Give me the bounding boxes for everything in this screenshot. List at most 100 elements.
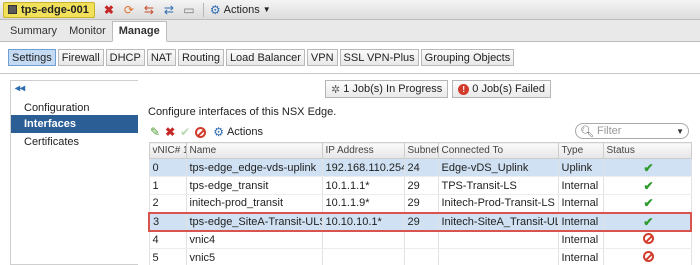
- separator: [202, 2, 204, 17]
- edge-title-label: tps-edge-001: [21, 3, 89, 16]
- cell-type: Internal: [557, 230, 604, 249]
- table-row[interactable]: 1 tps-edge_transit 10.1.1.1* 29 TPS-Tran…: [148, 176, 692, 195]
- cell-name: vnic5: [185, 248, 323, 265]
- delete-icon[interactable]: ✖: [165, 126, 175, 138]
- cell-status: [602, 230, 692, 249]
- table-row-selected[interactable]: 3 tps-edge_SiteA-Transit-ULS 10.10.10.1*…: [148, 211, 692, 232]
- col-vnic[interactable]: vNIC# 1 ▲: [148, 142, 187, 159]
- cell-vnic: 4: [148, 230, 187, 249]
- cell-connected: [437, 248, 559, 265]
- connected-check-icon: ✔: [643, 178, 654, 193]
- cell-ip: 10.1.1.9*: [321, 194, 405, 213]
- cell-subnet: 24: [403, 158, 439, 177]
- search-icon: 🔍︎: [580, 125, 594, 138]
- col-subnet-prefix[interactable]: Subnet P: [403, 142, 439, 159]
- nav-item-interfaces[interactable]: Interfaces: [11, 115, 138, 133]
- cell-name: tps-edge_SiteA-Transit-ULS: [185, 211, 323, 232]
- cell-vnic: 1: [148, 176, 187, 195]
- cell-ip: [321, 248, 405, 265]
- delete-icon[interactable]: ✖: [101, 2, 117, 18]
- col-vnic-label: vNIC# 1: [152, 145, 186, 156]
- col-connected-to[interactable]: Connected To: [437, 142, 559, 159]
- cell-subnet: [403, 248, 439, 265]
- cell-vnic: 5: [148, 248, 187, 265]
- cell-type: Internal: [557, 248, 604, 265]
- connected-check-icon: ✔: [643, 214, 654, 229]
- interfaces-panel: ✲ 1 Job(s) In Progress ! 0 Job(s) Failed…: [138, 74, 700, 265]
- edge-icon: [8, 5, 17, 14]
- error-icon: !: [458, 83, 470, 95]
- cell-vnic: 0: [148, 158, 187, 177]
- table-row[interactable]: 5 vnic5 Internal: [148, 248, 692, 265]
- tab-manage[interactable]: Manage: [111, 21, 167, 42]
- cell-subnet: [403, 230, 439, 249]
- tab-monitor[interactable]: Monitor: [63, 22, 112, 41]
- subtab-firewall[interactable]: Firewall: [57, 49, 104, 66]
- disabled-icon: [643, 250, 654, 262]
- cell-subnet: 29: [403, 211, 439, 232]
- grid-actions-label: Actions: [226, 126, 264, 138]
- cell-ip: 192.168.110.254*: [321, 158, 405, 177]
- subtab-routing[interactable]: Routing: [178, 49, 224, 66]
- sync-icon[interactable]: ⇄: [161, 2, 177, 18]
- settings-nav: ◂◂ Configuration Interfaces Certificates: [10, 80, 138, 265]
- jobs-failed-label: 0 Job(s) Failed: [472, 83, 546, 95]
- disable-icon[interactable]: [195, 126, 207, 138]
- cell-connected: TPS-Transit-LS: [437, 176, 559, 195]
- gear-icon: ⚙: [213, 125, 224, 139]
- migrate-icon[interactable]: ⇆: [141, 2, 157, 18]
- tab-summary[interactable]: Summary: [4, 22, 63, 41]
- col-status[interactable]: Status: [602, 142, 692, 159]
- cell-status: ✔: [602, 158, 692, 177]
- cell-ip: [321, 230, 405, 249]
- cell-name: tps-edge_transit: [185, 176, 323, 195]
- subtab-dhcp[interactable]: DHCP: [105, 49, 145, 66]
- filter-input[interactable]: 🔍︎ Filter ▼: [575, 123, 689, 139]
- cell-ip: 10.10.10.1*: [321, 211, 405, 232]
- subtab-load-balancer[interactable]: Load Balancer: [225, 49, 305, 66]
- nav-item-certificates[interactable]: Certificates: [11, 133, 138, 151]
- connected-check-icon: ✔: [643, 160, 654, 175]
- subtab-vpn[interactable]: VPN: [306, 49, 338, 66]
- col-ip-address[interactable]: IP Address: [321, 142, 405, 159]
- grid-actions-menu[interactable]: ⚙ Actions: [213, 125, 263, 139]
- job-status: ✲ 1 Job(s) In Progress ! 0 Job(s) Failed: [325, 80, 552, 98]
- cell-type: Internal: [557, 176, 604, 195]
- col-type[interactable]: Type: [557, 142, 604, 159]
- document-icon[interactable]: ▭: [181, 2, 197, 18]
- actions-menu[interactable]: ⚙ Actions ▼: [210, 3, 271, 17]
- refresh-icon[interactable]: ⟳: [121, 2, 137, 18]
- sub-tabs: Settings Firewall DHCP NAT Routing Load …: [0, 42, 700, 74]
- connected-check-icon: ✔: [643, 196, 654, 211]
- title-bar: tps-edge-001 ✖ ⟳ ⇆ ⇄ ▭ ⚙ Actions ▼: [0, 0, 700, 20]
- jobs-failed-button[interactable]: ! 0 Job(s) Failed: [452, 80, 552, 98]
- cell-type: Internal: [557, 194, 604, 213]
- collapse-icon[interactable]: ◂◂: [15, 83, 25, 94]
- table-row[interactable]: 2 initech-prod_transit 10.1.1.9* 29 Init…: [148, 194, 692, 213]
- cell-vnic: 3: [148, 211, 187, 232]
- cell-type: Uplink: [557, 158, 604, 177]
- table-row[interactable]: 4 vnic4 Internal: [148, 230, 692, 249]
- chevron-down-icon[interactable]: ▼: [676, 127, 684, 136]
- enable-icon[interactable]: ✔: [180, 126, 190, 138]
- disabled-icon: [643, 232, 654, 244]
- cell-name: tps-edge_edge-vds-uplink: [185, 158, 323, 177]
- table-row[interactable]: 0 tps-edge_edge-vds-uplink 192.168.110.2…: [148, 158, 692, 177]
- filter-placeholder: Filter: [596, 125, 622, 137]
- subtab-grouping-objects[interactable]: Grouping Objects: [420, 49, 515, 66]
- subtab-settings[interactable]: Settings: [8, 49, 56, 66]
- subtab-nat[interactable]: NAT: [146, 49, 177, 66]
- subtab-ssl-vpn-plus[interactable]: SSL VPN-Plus: [339, 49, 419, 66]
- chevron-down-icon: ▼: [262, 5, 271, 14]
- edit-icon[interactable]: ✎: [150, 126, 160, 138]
- grid-toolbar: ✎ ✖ ✔ ⚙ Actions: [150, 124, 263, 140]
- gear-icon: ⚙: [209, 2, 221, 17]
- panel-description: Configure interfaces of this NSX Edge.: [148, 106, 337, 118]
- spinner-icon: ✲: [331, 83, 341, 96]
- cell-connected: Initech-Prod-Transit-LS: [437, 194, 559, 213]
- cell-status: ✔: [602, 176, 692, 195]
- jobs-in-progress-button[interactable]: ✲ 1 Job(s) In Progress: [325, 80, 449, 98]
- interfaces-table: vNIC# 1 ▲ Name IP Address Subnet P Conne…: [148, 142, 692, 265]
- cell-subnet: 29: [403, 176, 439, 195]
- col-name[interactable]: Name: [185, 142, 323, 159]
